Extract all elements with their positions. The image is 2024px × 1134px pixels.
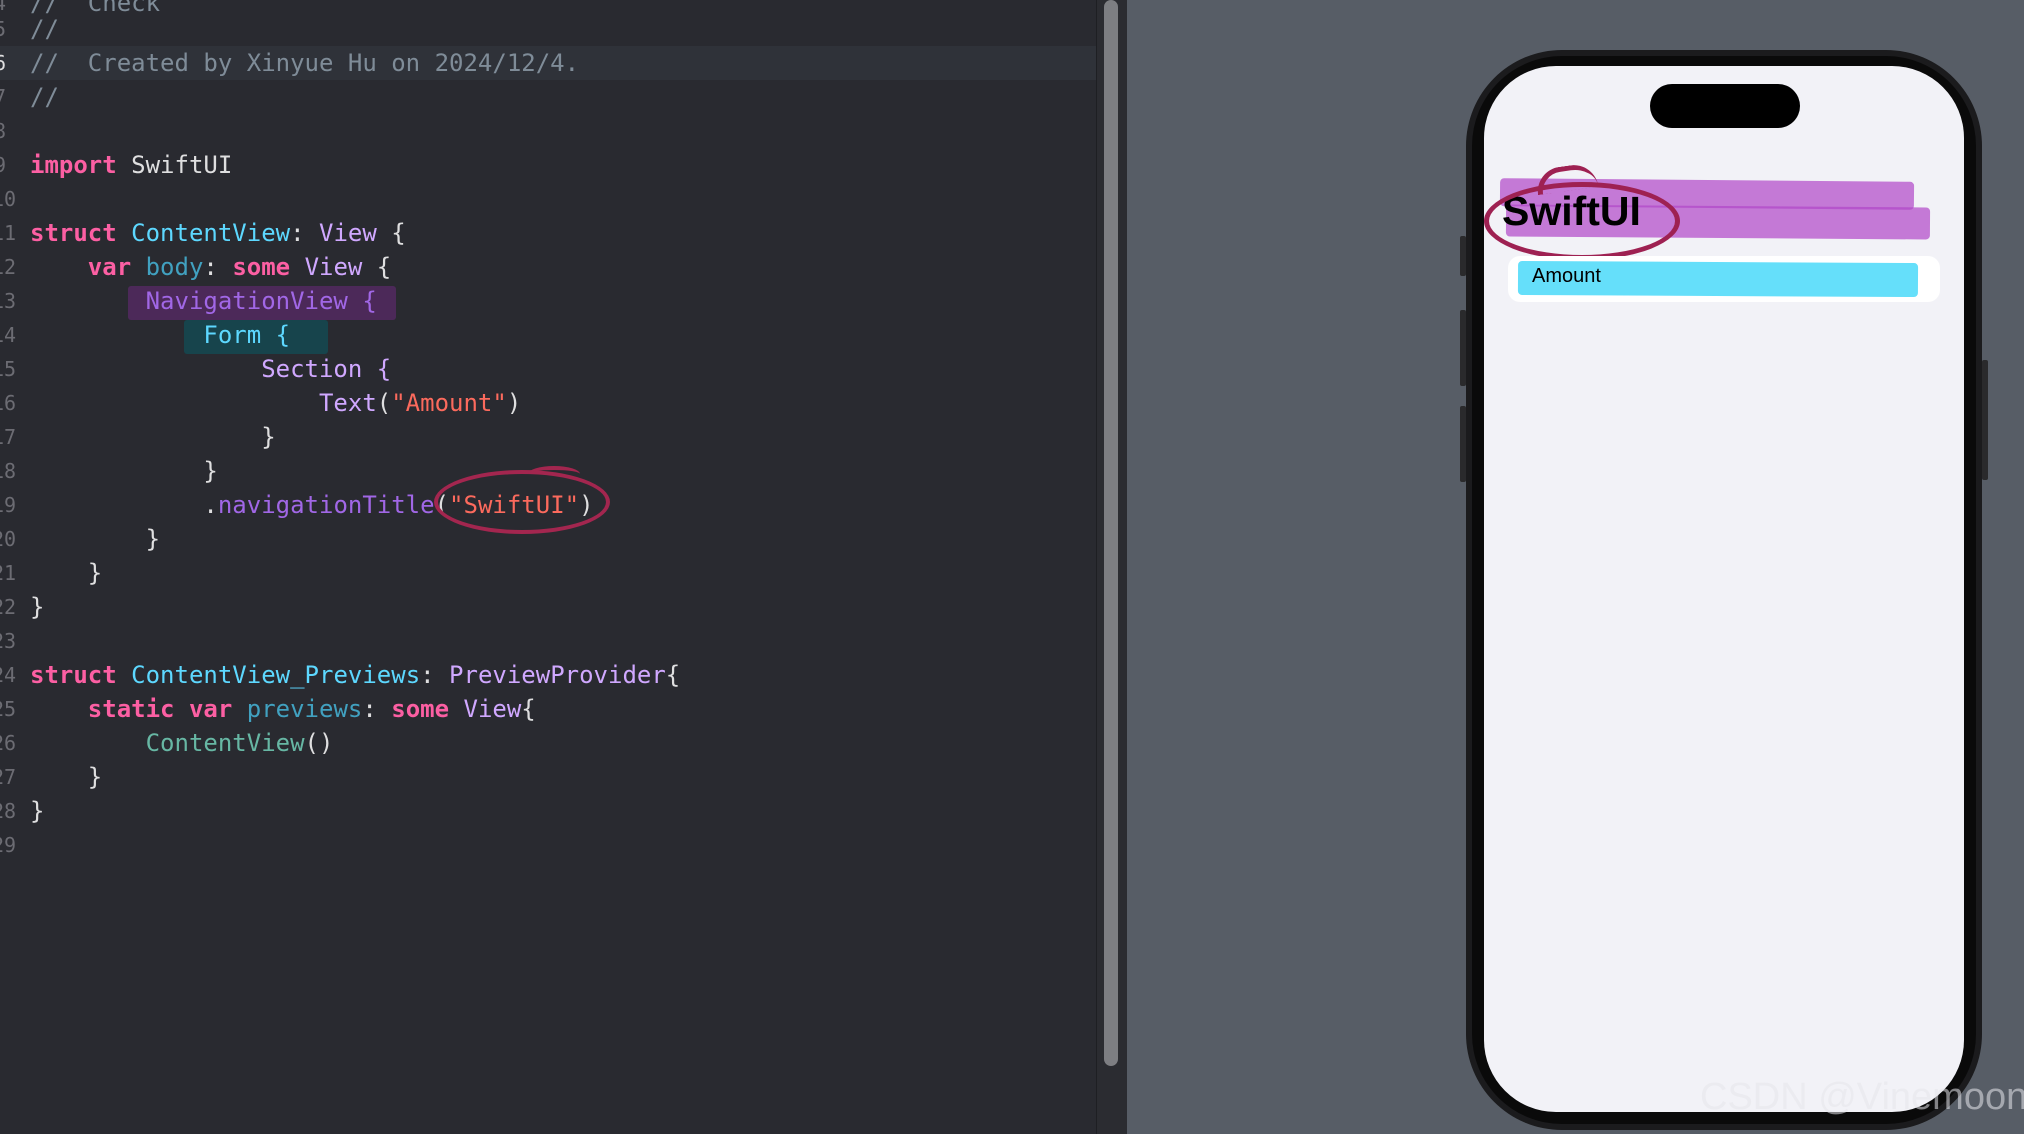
line-number: 11 bbox=[0, 221, 17, 245]
line-number: 27 bbox=[0, 765, 17, 789]
line-number: 22 bbox=[0, 595, 17, 619]
code-line[interactable]: 24 struct ContentView_Previews: PreviewP… bbox=[0, 658, 1096, 692]
line-number: 24 bbox=[0, 663, 17, 687]
code-text: } bbox=[30, 797, 45, 825]
line-number: 17 bbox=[0, 425, 17, 449]
code-line[interactable]: 9 import SwiftUI bbox=[0, 148, 1096, 182]
code-text: // bbox=[30, 83, 59, 111]
line-number: 28 bbox=[0, 799, 17, 823]
code-line[interactable]: 21 } bbox=[0, 556, 1096, 590]
line-number: 6 bbox=[0, 46, 6, 80]
code-line[interactable]: 15 Section { bbox=[0, 352, 1096, 386]
code-text: } bbox=[30, 763, 103, 791]
code-text: Text("Amount") bbox=[318, 389, 522, 417]
line-number: 23 bbox=[0, 629, 17, 653]
code-text: struct ContentView_Previews: PreviewProv… bbox=[30, 661, 681, 689]
pen-circle-annotation bbox=[1484, 182, 1680, 260]
code-line[interactable]: 23 bbox=[0, 624, 1096, 658]
code-text: // bbox=[30, 15, 59, 43]
dynamic-island bbox=[1650, 84, 1800, 128]
line-number: 10 bbox=[0, 187, 17, 211]
pen-circle-annotation bbox=[434, 470, 610, 534]
line-number: 20 bbox=[0, 527, 17, 551]
line-number: 9 bbox=[0, 148, 6, 182]
code-line[interactable]: 26 ContentView() bbox=[0, 726, 1096, 760]
line-number: 29 bbox=[0, 833, 17, 857]
line-number: 21 bbox=[0, 561, 17, 585]
code-line[interactable]: 8 bbox=[0, 114, 1096, 148]
code-line[interactable]: 11 struct ContentView: View { bbox=[0, 216, 1096, 250]
code-line[interactable]: 25 static var previews: some View{ bbox=[0, 692, 1096, 726]
code-text: Section { bbox=[30, 355, 392, 383]
watermark: CSDN @Vinemoon bbox=[1700, 1076, 2024, 1118]
form-row-text: Amount bbox=[1532, 265, 1601, 287]
code-line[interactable]: 5 // bbox=[0, 12, 1096, 46]
code-text: struct ContentView: View { bbox=[30, 219, 406, 247]
line-number: 12 bbox=[0, 255, 17, 279]
code-text: var body: some View { bbox=[87, 253, 392, 281]
code-line[interactable]: 14 Form { bbox=[0, 318, 1096, 352]
code-text: ContentView() bbox=[145, 729, 334, 757]
code-text: import SwiftUI bbox=[30, 151, 233, 179]
line-number: 5 bbox=[0, 12, 6, 46]
pen-circle-tail bbox=[528, 466, 580, 482]
code-line[interactable]: 7 // bbox=[0, 80, 1096, 114]
code-text: Form { bbox=[30, 321, 291, 349]
editor-scrollbar-thumb[interactable] bbox=[1104, 0, 1118, 1066]
line-number: 13 bbox=[0, 289, 17, 313]
code-text: } bbox=[30, 457, 218, 485]
code-editor[interactable]: 4 // Check 5 // 6 // Created by Xinyue H… bbox=[0, 0, 1096, 1134]
code-line[interactable]: 22 } bbox=[0, 590, 1096, 624]
code-text: } bbox=[30, 559, 103, 587]
code-line[interactable]: 27 } bbox=[0, 760, 1096, 794]
line-number: 16 bbox=[0, 391, 17, 415]
code-line[interactable]: 16 Text("Amount") bbox=[0, 386, 1096, 420]
code-line[interactable]: 12 var body: some View { bbox=[0, 250, 1096, 284]
code-line[interactable]: 29 bbox=[0, 828, 1096, 862]
line-number: 18 bbox=[0, 459, 17, 483]
line-number: 8 bbox=[0, 114, 6, 148]
line-number: 15 bbox=[0, 357, 17, 381]
code-line[interactable]: 10 bbox=[0, 182, 1096, 216]
code-text: } bbox=[30, 593, 45, 621]
code-text: } bbox=[30, 525, 161, 553]
line-number: 25 bbox=[0, 697, 17, 721]
code-text: } bbox=[30, 423, 276, 451]
phone-power-button bbox=[1982, 360, 1988, 480]
line-number: 7 bbox=[0, 80, 6, 114]
code-line-current[interactable]: 6 // Created by Xinyue Hu on 2024/12/4. bbox=[0, 46, 1096, 80]
code-text: static var previews: some View{ bbox=[87, 695, 536, 723]
code-line[interactable]: 28 } bbox=[0, 794, 1096, 828]
line-number: 19 bbox=[0, 493, 17, 517]
code-line[interactable]: 17 } bbox=[0, 420, 1096, 454]
code-text: NavigationView { bbox=[30, 287, 377, 315]
code-text: // Created by Xinyue Hu on 2024/12/4. bbox=[30, 49, 580, 77]
line-number: 14 bbox=[0, 323, 17, 347]
line-number: 26 bbox=[0, 731, 17, 755]
code-line[interactable]: 13 NavigationView { bbox=[0, 284, 1096, 318]
